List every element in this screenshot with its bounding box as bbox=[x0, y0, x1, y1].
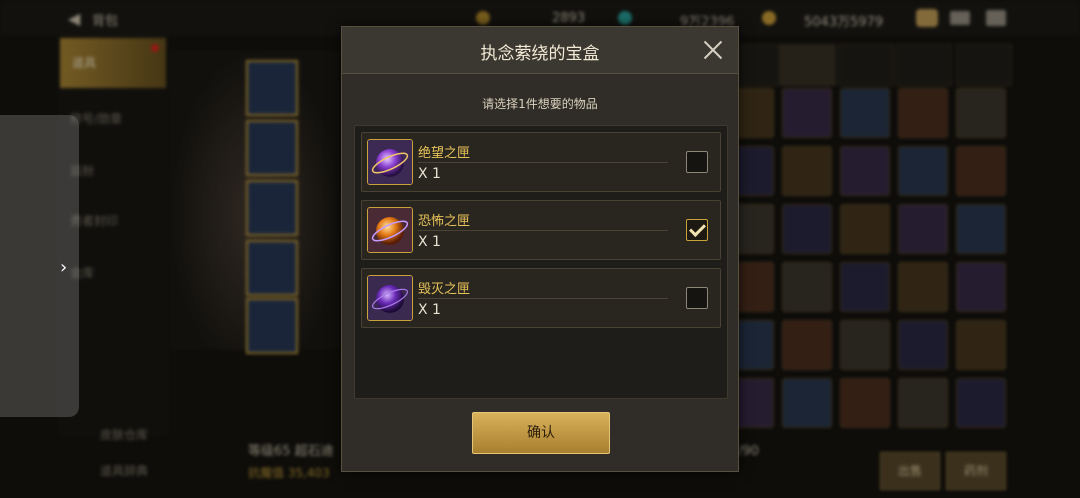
dialog-subtitle: 请选择1件想要的物品 bbox=[482, 97, 598, 111]
confirm-button[interactable]: 确认 bbox=[472, 412, 610, 454]
box-orb-icon bbox=[367, 275, 413, 321]
side-drawer-handle[interactable]: › bbox=[0, 115, 79, 417]
dialog-title: 执念萦绕的宝盒 bbox=[480, 44, 600, 64]
option-name: 恐怖之匣 bbox=[418, 214, 471, 229]
divider bbox=[418, 230, 668, 231]
option-checkbox[interactable] bbox=[686, 287, 708, 309]
option-name: 毁灭之匣 bbox=[418, 282, 471, 297]
divider bbox=[418, 298, 668, 299]
option-quantity: X 1 bbox=[418, 234, 441, 250]
divider bbox=[418, 162, 668, 163]
selection-dialog: 执念萦绕的宝盒 请选择1件想要的物品 绝望之匣 X 1 恐怖之匣 X 1 毁灭之… bbox=[341, 26, 739, 472]
dialog-header: 执念萦绕的宝盒 bbox=[342, 27, 738, 74]
box-orb-icon bbox=[367, 207, 413, 253]
option-name: 绝望之匣 bbox=[418, 146, 471, 161]
option-terror-box[interactable]: 恐怖之匣 X 1 bbox=[361, 200, 721, 260]
chevron-right-icon[interactable]: › bbox=[60, 257, 67, 278]
option-quantity: X 1 bbox=[418, 166, 441, 182]
option-list: 绝望之匣 X 1 恐怖之匣 X 1 毁灭之匣 X 1 bbox=[354, 125, 728, 399]
option-destruction-box[interactable]: 毁灭之匣 X 1 bbox=[361, 268, 721, 328]
option-despair-box[interactable]: 绝望之匣 X 1 bbox=[361, 132, 721, 192]
checkmark-icon[interactable] bbox=[686, 219, 708, 241]
option-checkbox[interactable] bbox=[686, 151, 708, 173]
box-orb-icon bbox=[367, 139, 413, 185]
option-quantity: X 1 bbox=[418, 302, 441, 318]
close-icon[interactable] bbox=[700, 37, 726, 63]
